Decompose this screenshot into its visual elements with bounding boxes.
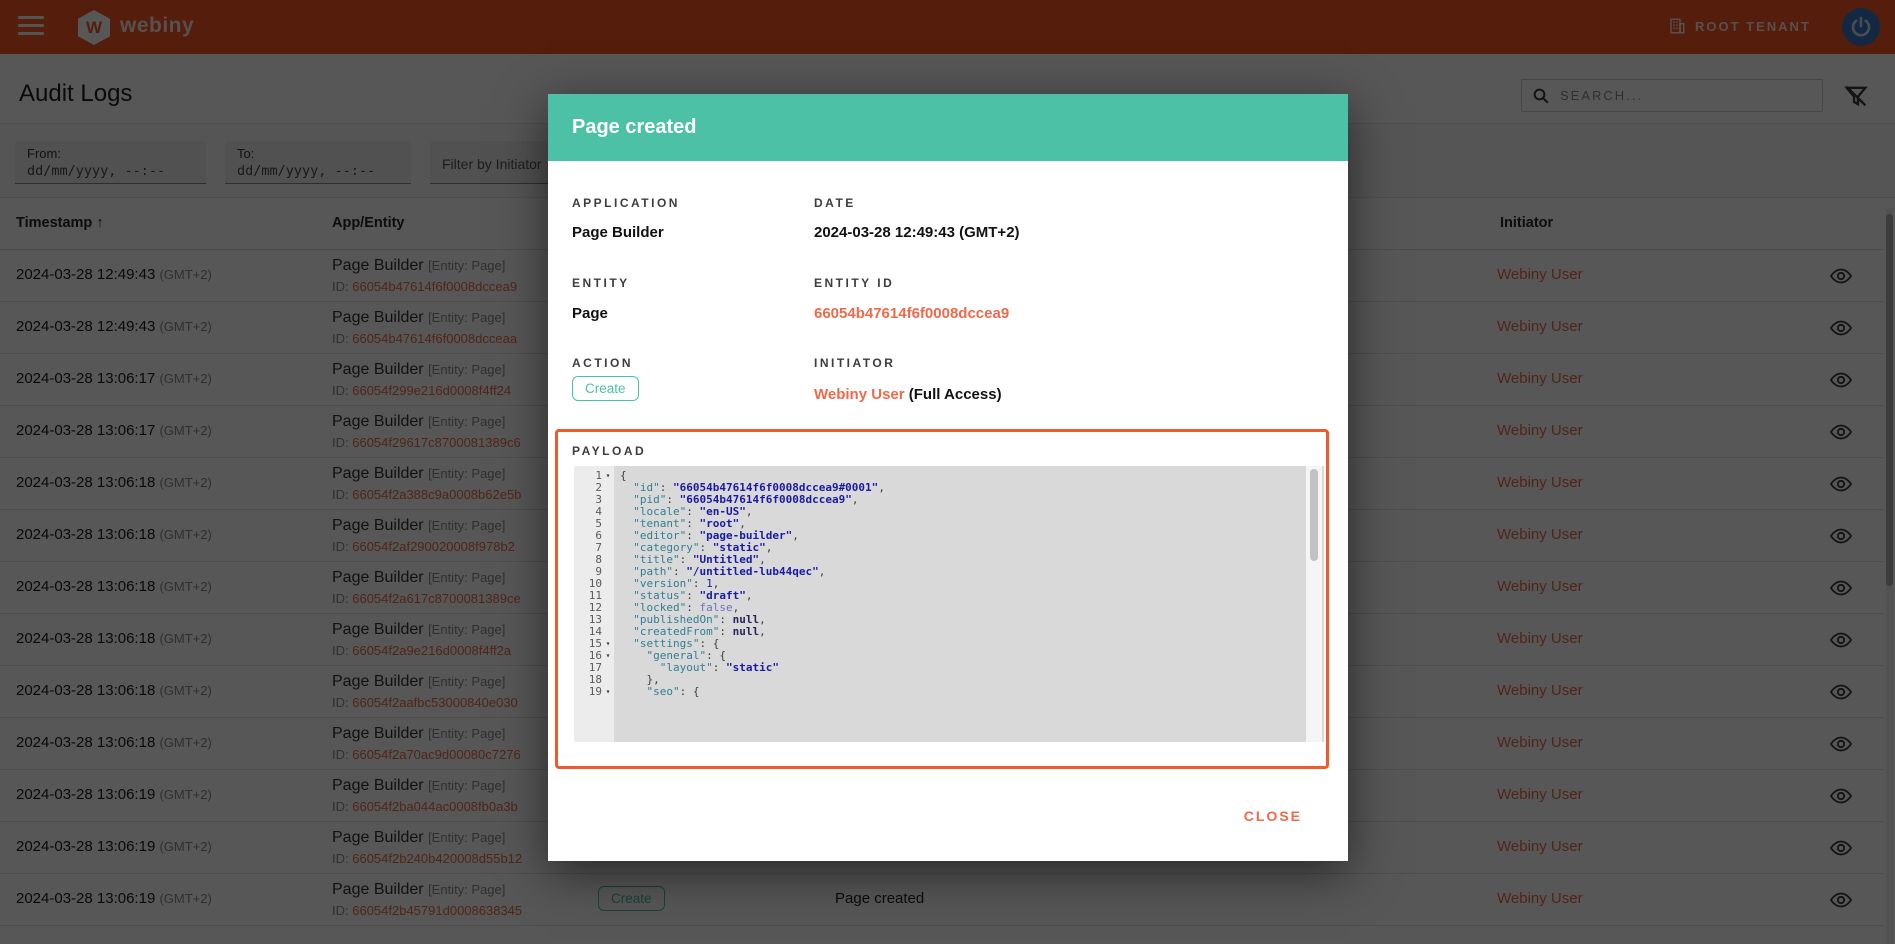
fold-spacer	[602, 602, 614, 614]
entity-id-link[interactable]: 66054b47614f6f0008dccea9	[814, 305, 1009, 322]
token-p: ,	[852, 493, 859, 506]
fold-spacer	[602, 554, 614, 566]
token-p: ,	[878, 481, 885, 494]
entity-label: ENTITY	[572, 276, 630, 290]
code-text: "seo": {	[614, 686, 700, 698]
fold-spacer	[602, 590, 614, 602]
editor-scrollbar[interactable]	[1306, 466, 1322, 742]
token-p: :	[713, 661, 726, 674]
fold-spacer	[602, 518, 614, 530]
close-button[interactable]: CLOSE	[1236, 802, 1310, 830]
application-label: APPLICATION	[572, 196, 680, 210]
fold-spacer	[602, 566, 614, 578]
fold-spacer	[602, 614, 614, 626]
fold-spacer	[602, 506, 614, 518]
fold-spacer	[602, 626, 614, 638]
token-p: ,	[759, 625, 766, 638]
token-p: :	[719, 625, 732, 638]
code-line: 19▾ "seo": {	[574, 686, 1290, 698]
token-p: ,	[819, 565, 826, 578]
token-p: {	[693, 685, 700, 698]
payload-code-editor[interactable]: 1▾{2 "id": "66054b47614f6f0008dccea9#000…	[574, 466, 1324, 742]
dialog-title: Page created	[572, 116, 697, 139]
action-create-badge: Create	[572, 376, 639, 401]
fold-spacer	[602, 482, 614, 494]
fold-spacer	[602, 530, 614, 542]
fold-spacer	[602, 662, 614, 674]
initiator-value: Webiny User (Full Access)	[814, 386, 1002, 403]
token-p	[620, 685, 647, 698]
initiator-link[interactable]: Webiny User	[814, 386, 905, 403]
fold-arrow-icon[interactable]: ▾	[602, 638, 614, 650]
entity-value: Page	[572, 305, 608, 322]
line-number: 19	[574, 686, 602, 698]
token-p: :	[680, 685, 693, 698]
action-label: ACTION	[572, 356, 633, 370]
entity-id-label: ENTITY ID	[814, 276, 894, 290]
application-value: Page Builder	[572, 224, 664, 241]
initiator-access: (Full Access)	[905, 386, 1002, 403]
payload-highlight-box: PAYLOAD 1▾{2 "id": "66054b47614f6f0008dc…	[555, 429, 1329, 769]
fold-spacer	[602, 674, 614, 686]
token-p: ,	[792, 529, 799, 542]
fold-arrow-icon[interactable]: ▾	[602, 470, 614, 482]
token-u: null	[733, 625, 760, 638]
dialog-header: Page created	[548, 94, 1348, 161]
token-p: ,	[766, 541, 773, 554]
initiator-label: INITIATOR	[814, 356, 895, 370]
token-p: ,	[746, 505, 753, 518]
token-k: "layout"	[660, 661, 713, 674]
fold-spacer	[602, 494, 614, 506]
fold-spacer	[602, 542, 614, 554]
token-s: "static"	[726, 661, 779, 674]
token-k: "seo"	[647, 685, 680, 698]
fold-spacer	[602, 578, 614, 590]
editor-lines: 1▾{2 "id": "66054b47614f6f0008dccea9#000…	[574, 470, 1290, 698]
audit-log-detail-dialog: Page created APPLICATION Page Builder DA…	[548, 94, 1348, 861]
date-value: 2024-03-28 12:49:43 (GMT+2)	[814, 224, 1020, 241]
editor-scrollbar-thumb[interactable]	[1310, 469, 1318, 561]
token-p: ,	[746, 589, 753, 602]
date-label: DATE	[814, 196, 856, 210]
fold-arrow-icon[interactable]: ▾	[602, 686, 614, 698]
fold-arrow-icon[interactable]: ▾	[602, 650, 614, 662]
code-line: 17 "layout": "static"	[574, 662, 1290, 674]
payload-label: PAYLOAD	[572, 444, 646, 458]
